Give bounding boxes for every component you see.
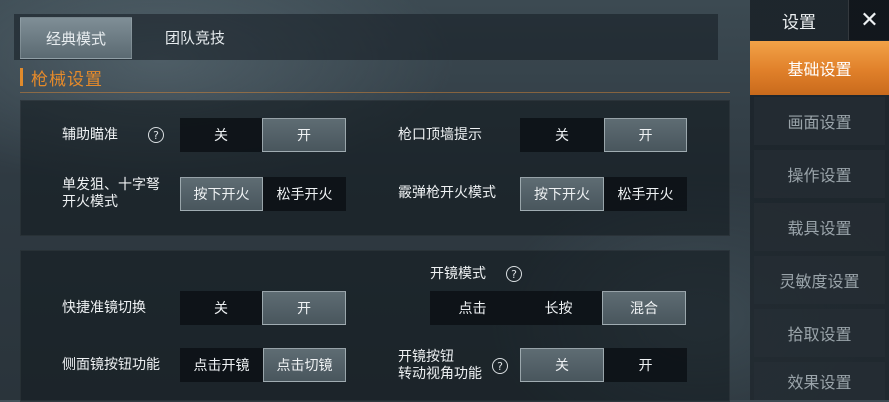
help-icon[interactable]: ? — [492, 358, 508, 374]
aim-assist-on-button[interactable]: 开 — [262, 118, 346, 152]
side-scope-toggle: 点击开镜 点击切镜 — [180, 348, 346, 382]
scope-rotate-off-button[interactable]: 关 — [520, 348, 604, 382]
tab-classic-mode[interactable]: 经典模式 — [20, 17, 132, 59]
single-fire-toggle: 按下开火 松手开火 — [180, 177, 346, 211]
section-accent-bar — [20, 68, 23, 86]
side-scope-label: 侧面镜按钮功能 — [62, 357, 160, 373]
sidebar-item-vehicle[interactable]: 载具设置 — [754, 203, 885, 251]
section-divider — [20, 92, 730, 93]
single-fire-label-line1: 单发狙、十字弩 — [62, 177, 160, 193]
scope-mode-label: 开镜模式 — [430, 266, 486, 282]
scope-mode-selector: 点击 长按 混合 — [430, 291, 686, 325]
sidebar-title: 设置 — [782, 12, 816, 33]
muzzle-hint-label: 枪口顶墙提示 — [398, 127, 482, 143]
scope-rotate-label-line1: 开镜按钮 — [398, 349, 454, 365]
close-button[interactable]: ✕ — [848, 0, 889, 40]
scope-rotate-on-button[interactable]: 开 — [604, 348, 687, 382]
single-fire-release-button[interactable]: 松手开火 — [263, 177, 346, 211]
shotgun-fire-toggle: 按下开火 松手开火 — [520, 177, 687, 211]
sidebar-item-sensitivity[interactable]: 灵敏度设置 — [754, 256, 885, 304]
single-fire-press-button[interactable]: 按下开火 — [180, 177, 263, 211]
muzzle-hint-on-button[interactable]: 开 — [604, 118, 687, 152]
shotgun-fire-label: 霰弹枪开火模式 — [398, 185, 496, 201]
scope-rotate-label: 开镜按钮 转动视角功能 — [398, 349, 482, 383]
section-title: 枪械设置 — [31, 70, 103, 90]
sidebar-item-controls[interactable]: 操作设置 — [754, 150, 885, 198]
shotgun-fire-press-button[interactable]: 按下开火 — [520, 177, 604, 211]
side-scope-tap-open-button[interactable]: 点击开镜 — [180, 348, 263, 382]
sidebar-item-graphics[interactable]: 画面设置 — [754, 97, 885, 145]
quick-scope-toggle: 关 开 — [180, 291, 346, 325]
side-scope-tap-switch-button[interactable]: 点击切镜 — [263, 348, 346, 382]
aim-assist-off-button[interactable]: 关 — [180, 118, 262, 152]
close-icon: ✕ — [860, 7, 879, 33]
single-fire-label-line2: 开火模式 — [62, 194, 118, 210]
aim-assist-toggle: 关 开 — [180, 118, 346, 152]
scope-rotate-label-line2: 转动视角功能 — [398, 366, 482, 382]
scope-mode-tap-button[interactable]: 点击 — [430, 291, 515, 325]
scope-mode-hold-button[interactable]: 长按 — [515, 291, 602, 325]
sidebar-item-pickup[interactable]: 拾取设置 — [754, 309, 885, 357]
tab-team-deathmatch[interactable]: 团队竞技 — [140, 17, 250, 57]
muzzle-hint-off-button[interactable]: 关 — [520, 118, 604, 152]
scope-mode-mixed-button[interactable]: 混合 — [602, 291, 686, 325]
shotgun-fire-release-button[interactable]: 松手开火 — [604, 177, 687, 211]
muzzle-hint-toggle: 关 开 — [520, 118, 687, 152]
sidebar-item-effects[interactable]: 效果设置 — [754, 362, 885, 400]
aim-assist-label: 辅助瞄准 — [62, 127, 118, 143]
sidebar-item-basic[interactable]: 基础设置 — [750, 41, 889, 95]
quick-scope-label: 快捷准镜切换 — [62, 300, 146, 316]
quick-scope-off-button[interactable]: 关 — [180, 291, 262, 325]
scope-rotate-toggle: 关 开 — [520, 348, 687, 382]
help-icon[interactable]: ? — [148, 127, 164, 143]
single-fire-label: 单发狙、十字弩 开火模式 — [62, 177, 160, 211]
quick-scope-on-button[interactable]: 开 — [262, 291, 346, 325]
help-icon[interactable]: ? — [506, 266, 522, 282]
